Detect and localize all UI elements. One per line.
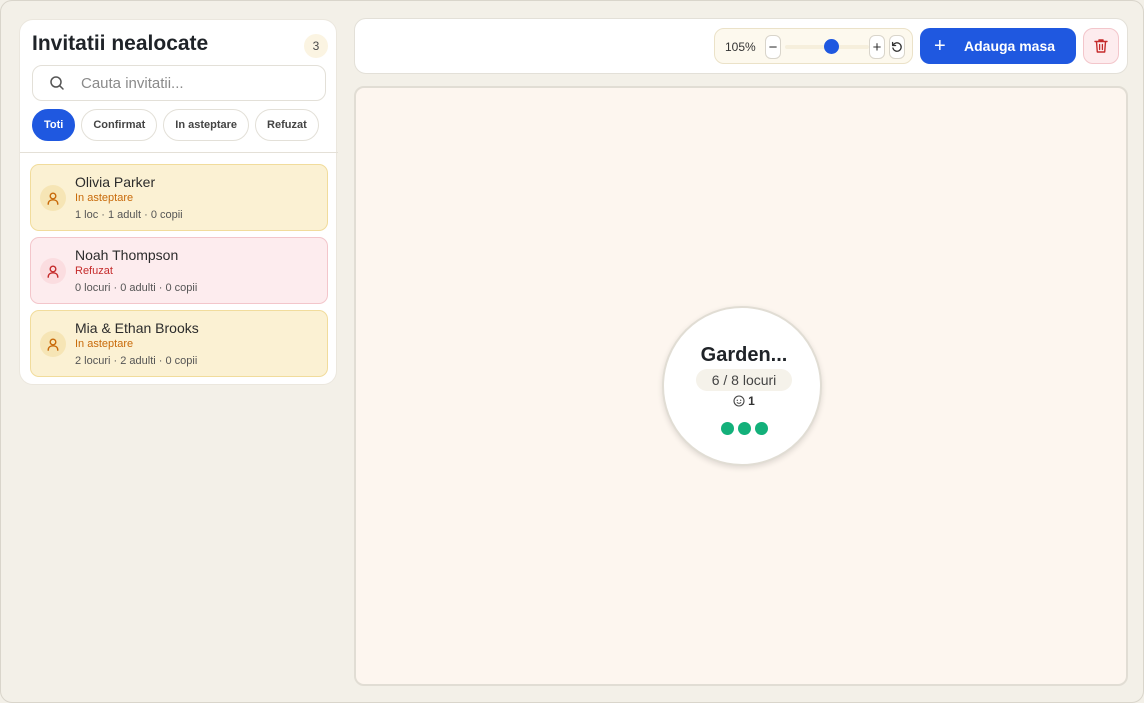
person-icon	[40, 185, 66, 211]
zoom-level: 105%	[725, 40, 756, 54]
guest-dot	[754, 422, 768, 435]
search-input[interactable]	[81, 74, 301, 92]
canvas-toolbar: 105% − + + Adauga masa	[354, 18, 1128, 74]
invitation-status: In asteptare	[75, 192, 134, 204]
search-icon	[50, 76, 64, 90]
guest-dots	[720, 422, 768, 435]
filter-confirmed[interactable]: Confirmat	[81, 109, 158, 141]
filter-pending[interactable]: In asteptare	[163, 109, 250, 141]
guest-dot	[720, 422, 734, 435]
zoom-in-button[interactable]: +	[869, 35, 885, 59]
minus-icon: −	[768, 38, 778, 56]
table-kids-count: 1	[664, 394, 824, 408]
invitation-status: In asteptare	[75, 338, 134, 350]
child-icon	[733, 395, 745, 407]
unassigned-invitations-panel: Invitatii nealocate 3 Toti Confirmat In …	[19, 19, 338, 385]
reset-zoom-button[interactable]	[889, 35, 905, 59]
divider	[20, 152, 338, 153]
panel-title: Invitatii nealocate	[32, 32, 209, 55]
zoom-out-button[interactable]: −	[765, 35, 781, 59]
seating-canvas[interactable]: Garden... 6 / 8 locuri 1	[354, 86, 1128, 686]
search-box[interactable]	[32, 65, 326, 101]
zoom-control: 105% − +	[714, 28, 913, 64]
invitation-card[interactable]: Mia & Ethan Brooks In asteptare 2 locuri…	[30, 310, 328, 377]
app-window: Invitatii nealocate 3 Toti Confirmat In …	[0, 0, 1144, 703]
table-name: Garden...	[700, 344, 788, 366]
delete-button[interactable]	[1083, 28, 1119, 64]
status-filter-chips: Toti Confirmat In asteptare Refuzat	[32, 109, 319, 141]
invitation-name: Olivia Parker	[75, 174, 156, 190]
plus-icon: +	[872, 38, 882, 56]
person-icon	[40, 258, 66, 284]
zoom-slider-thumb[interactable]	[823, 39, 839, 54]
table-seats: 6 / 8 locuri	[696, 369, 792, 391]
invitation-card[interactable]: Noah Thompson Refuzat 0 locuri · 0 adult…	[30, 237, 328, 304]
invitation-details: 2 locuri · 2 adulti · 0 copii	[75, 355, 198, 367]
add-table-label: Adauga masa	[964, 38, 1056, 54]
trash-icon	[1094, 39, 1108, 53]
table-round[interactable]: Garden... 6 / 8 locuri 1	[662, 306, 822, 466]
filter-refused[interactable]: Refuzat	[255, 109, 319, 141]
guest-dot	[737, 422, 751, 435]
reset-icon	[891, 41, 902, 52]
invitation-card[interactable]: Olivia Parker In asteptare 1 loc · 1 adu…	[30, 164, 328, 231]
plus-icon: +	[934, 34, 946, 57]
add-table-button[interactable]: + Adauga masa	[920, 28, 1076, 64]
invitation-status: Refuzat	[75, 265, 113, 277]
kids-count-value: 1	[748, 394, 755, 408]
invitation-name: Noah Thompson	[75, 247, 179, 263]
invitation-details: 1 loc · 1 adult · 0 copii	[75, 209, 183, 221]
invitation-details: 0 locuri · 0 adulti · 0 copii	[75, 282, 198, 294]
invitations-count-badge: 3	[304, 34, 328, 58]
filter-all[interactable]: Toti	[32, 109, 76, 141]
person-icon	[40, 331, 66, 357]
invitation-name: Mia & Ethan Brooks	[75, 320, 199, 336]
invitation-list: Olivia Parker In asteptare 1 loc · 1 adu…	[30, 164, 328, 383]
